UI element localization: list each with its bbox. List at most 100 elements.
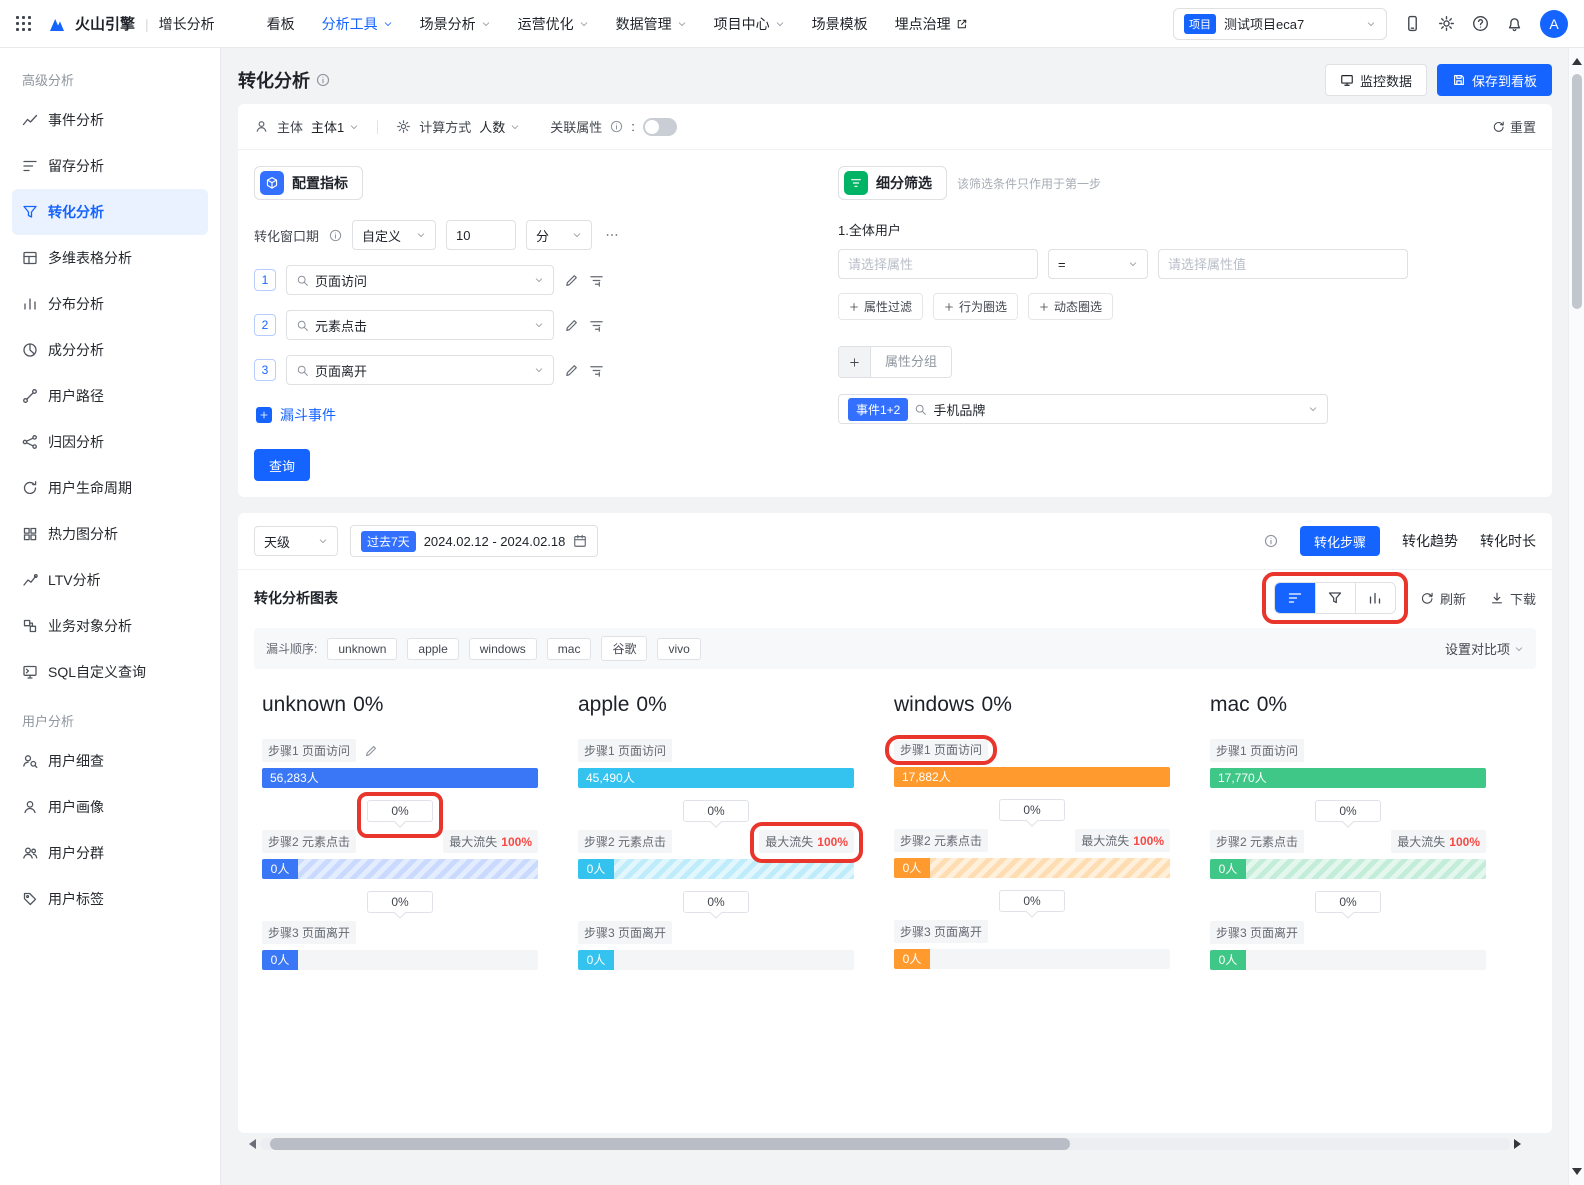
attribute-input[interactable]	[838, 249, 1038, 279]
sidebar-item-user-segment[interactable]: 用户分群	[12, 830, 208, 876]
help-icon[interactable]	[1472, 15, 1489, 32]
apps-grid-icon[interactable]	[16, 16, 31, 31]
info-icon[interactable]	[1264, 534, 1278, 548]
chevron-down-icon	[1128, 259, 1138, 269]
sidebar-item-ltv-analysis[interactable]: LTV分析	[12, 557, 208, 603]
monitor-data-button[interactable]: 监控数据	[1325, 64, 1427, 96]
sidebar-item-business-object-analysis[interactable]: 业务对象分析	[12, 603, 208, 649]
sidebar-item-sql-query[interactable]: SQL自定义查询	[12, 649, 208, 695]
add-filter-icon[interactable]	[589, 273, 604, 288]
order-tag-mac[interactable]: mac	[547, 638, 592, 660]
group-field-select[interactable]: 事件1+2 手机品牌	[838, 394, 1328, 424]
order-tag-unknown[interactable]: unknown	[327, 638, 397, 660]
filter-condition-row: =	[838, 249, 1536, 279]
nav-item-dashboard[interactable]: 看板	[267, 14, 295, 34]
order-tag-apple[interactable]: apple	[407, 638, 458, 660]
horizontal-scroll-track[interactable]	[260, 1138, 1510, 1150]
info-icon[interactable]	[329, 229, 342, 242]
step3-event-select[interactable]: 页面离开	[286, 355, 554, 385]
subject-select[interactable]: 主体1	[311, 117, 359, 136]
brand-logo[interactable]: 火山引擎 | 增长分析	[47, 13, 215, 34]
tab-conversion-trend[interactable]: 转化趋势	[1402, 531, 1458, 551]
date-range-picker[interactable]: 过去7天 2024.02.12 - 2024.02.18	[350, 525, 598, 557]
window-value-input[interactable]	[446, 220, 516, 250]
tab-conversion-steps[interactable]: 转化步骤	[1300, 526, 1380, 556]
sidebar-item-multidim-table[interactable]: 多维表格分析	[12, 235, 208, 281]
horizontal-bars-view-button[interactable]	[1275, 583, 1315, 613]
plus-icon[interactable]	[839, 347, 871, 377]
more-options-icon[interactable]	[602, 228, 622, 242]
sidebar-item-distribution-analysis[interactable]: 分布分析	[12, 281, 208, 327]
window-mode-select[interactable]: 自定义	[352, 220, 436, 250]
sidebar-item-heatmap-analysis[interactable]: 热力图分析	[12, 511, 208, 557]
sidebar-item-user-path[interactable]: 用户路径	[12, 373, 208, 419]
horizontal-scroll-thumb[interactable]	[270, 1138, 1070, 1150]
vertical-scroll-thumb[interactable]	[1572, 74, 1582, 309]
query-button[interactable]: 查询	[254, 449, 310, 481]
bell-icon[interactable]	[1506, 15, 1523, 32]
save-to-dashboard-button[interactable]: 保存到看板	[1437, 64, 1552, 96]
nav-item-tracking-governance[interactable]: 埋点治理	[895, 14, 968, 34]
sidebar-item-user-lifecycle[interactable]: 用户生命周期	[12, 465, 208, 511]
add-dynamic-filter-button[interactable]: 动态圈选	[1028, 293, 1113, 320]
project-select[interactable]: 项目 测试项目eca7	[1173, 8, 1387, 40]
add-filter-icon[interactable]	[589, 318, 604, 333]
nav-item-project-center[interactable]: 项目中心	[714, 14, 785, 34]
attribute-group-button[interactable]: 属性分组	[838, 346, 952, 378]
sidebar-item-retention-analysis[interactable]: 留存分析	[12, 143, 208, 189]
sidebar-item-user-tag[interactable]: 用户标签	[12, 876, 208, 922]
add-filter-icon[interactable]	[589, 363, 604, 378]
order-tag-google[interactable]: 谷歌	[601, 636, 647, 661]
edit-icon[interactable]	[564, 318, 579, 333]
funnel-column-mac: mac0% 步骤1 页面访问 17,770人 0% 步骤2 元素点击 最大流失1…	[1210, 693, 1486, 970]
sidebar-item-attribution-analysis[interactable]: 归因分析	[12, 419, 208, 465]
refresh-button[interactable]: 刷新	[1420, 589, 1466, 608]
scroll-left-arrow[interactable]	[244, 1139, 256, 1149]
nav-item-scene-analysis[interactable]: 场景分析	[420, 14, 491, 34]
chevron-down-icon	[383, 19, 393, 29]
nav-item-analysis-tools[interactable]: 分析工具	[322, 14, 393, 34]
chevron-down-icon	[677, 19, 687, 29]
add-attribute-filter-button[interactable]: 属性过滤	[838, 293, 923, 320]
step1-event-select[interactable]: 页面访问	[286, 265, 554, 295]
scroll-up-arrow[interactable]	[1572, 53, 1582, 65]
edit-icon[interactable]	[364, 744, 378, 758]
add-funnel-event-button[interactable]: 漏斗事件	[256, 405, 812, 425]
scroll-down-arrow[interactable]	[1572, 1168, 1582, 1180]
monitor-icon	[1340, 73, 1354, 87]
sidebar-item-event-analysis[interactable]: 事件分析	[12, 97, 208, 143]
attribute-value-input[interactable]	[1158, 249, 1408, 279]
user-avatar[interactable]: A	[1540, 10, 1568, 38]
window-unit-select[interactable]: 分	[526, 220, 592, 250]
info-icon[interactable]	[316, 73, 330, 87]
sidebar-item-funnel-analysis[interactable]: 转化分析	[12, 189, 208, 235]
order-tag-vivo[interactable]: vivo	[657, 638, 700, 660]
gear-icon[interactable]	[1438, 15, 1455, 32]
nav-item-operation[interactable]: 运营优化	[518, 14, 589, 34]
operator-select[interactable]: =	[1048, 249, 1148, 279]
download-button[interactable]: 下载	[1490, 589, 1536, 608]
compare-settings-button[interactable]: 设置对比项	[1445, 639, 1524, 658]
add-behavior-filter-button[interactable]: 行为圈选	[933, 293, 1018, 320]
related-attr-toggle[interactable]	[643, 118, 677, 136]
nav-item-data-management[interactable]: 数据管理	[616, 14, 687, 34]
calc-method-select[interactable]: 人数	[479, 117, 520, 136]
sidebar-item-user-inspection[interactable]: 用户细查	[12, 738, 208, 784]
tab-conversion-duration[interactable]: 转化时长	[1480, 531, 1536, 551]
reset-button[interactable]: 重置	[1492, 117, 1536, 136]
vertical-scroll-track[interactable]	[1569, 68, 1584, 1165]
step2-event-select[interactable]: 元素点击	[286, 310, 554, 340]
info-icon[interactable]	[610, 120, 623, 133]
nav-item-scene-templates[interactable]: 场景模板	[812, 14, 868, 34]
chevron-down-icon	[1366, 19, 1376, 29]
granularity-select[interactable]: 天级	[254, 526, 338, 556]
mobile-device-icon[interactable]	[1404, 15, 1421, 32]
sidebar-item-user-profile[interactable]: 用户画像	[12, 784, 208, 830]
edit-icon[interactable]	[564, 363, 579, 378]
sidebar-item-composition-analysis[interactable]: 成分分析	[12, 327, 208, 373]
funnel-view-button[interactable]	[1315, 583, 1355, 613]
edit-icon[interactable]	[564, 273, 579, 288]
column-chart-view-button[interactable]	[1355, 583, 1395, 613]
order-tag-windows[interactable]: windows	[469, 638, 537, 660]
scroll-right-arrow[interactable]	[1514, 1139, 1526, 1149]
